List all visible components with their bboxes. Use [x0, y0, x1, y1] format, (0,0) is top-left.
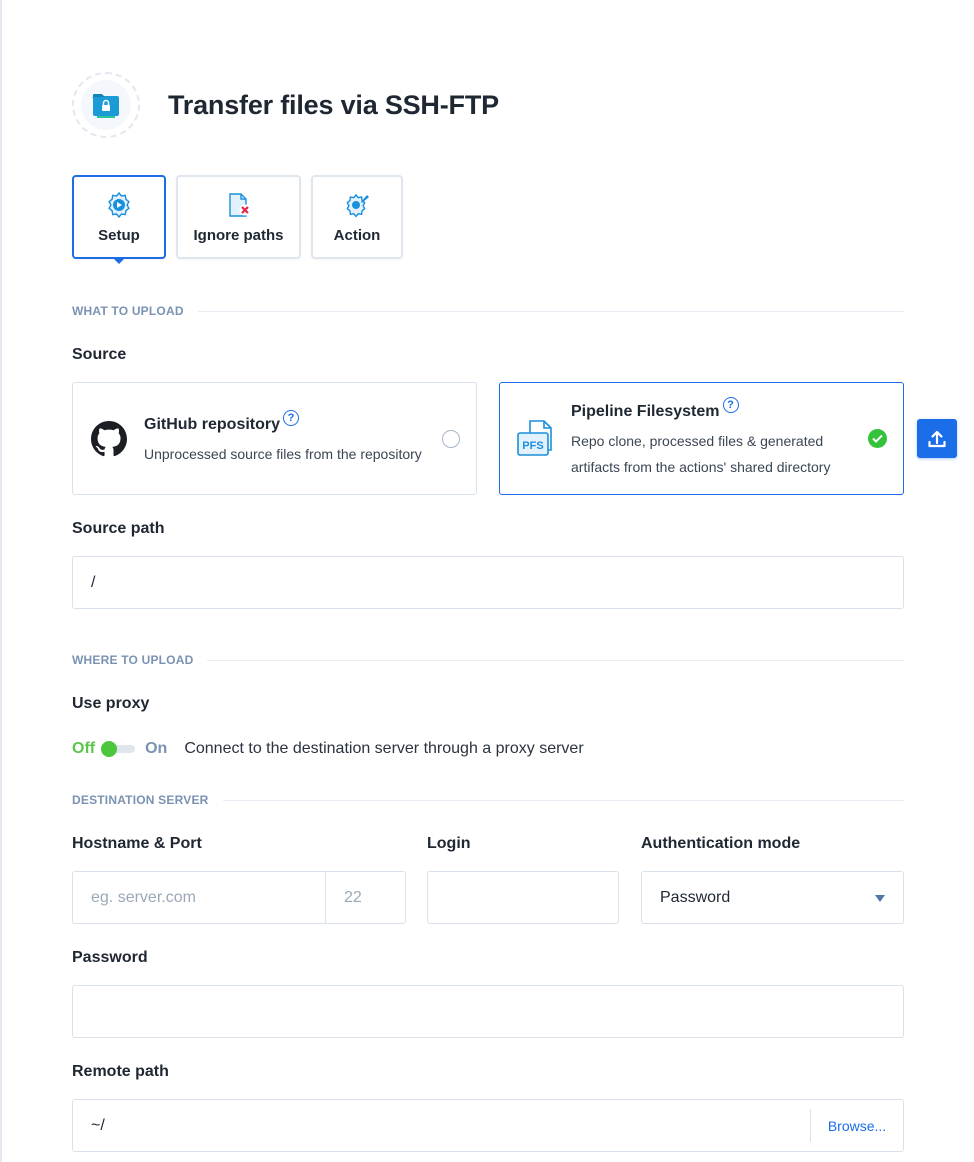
auth-mode-value: Password	[660, 888, 731, 906]
left-edge-border	[0, 0, 2, 1162]
auth-mode-label: Authentication mode	[641, 835, 801, 852]
toggle-on-label[interactable]: On	[145, 740, 167, 758]
help-icon[interactable]: ?	[283, 410, 300, 426]
section-destination-server: DESTINATION SERVER	[72, 793, 904, 807]
pfs-icon-text: PFS	[522, 440, 543, 452]
section-title: WHERE TO UPLOAD	[72, 653, 194, 667]
upload-button[interactable]	[917, 419, 957, 458]
page-header: Transfer files via SSH-FTP	[72, 72, 499, 138]
sftp-folder-lock-icon	[72, 72, 140, 138]
tab-action[interactable]: Action	[311, 175, 403, 259]
proxy-description: Connect to the destination server throug…	[184, 740, 584, 757]
port-input[interactable]: 22	[325, 872, 405, 923]
hostname-input[interactable]: eg. server.com	[73, 872, 325, 923]
remote-path-label: Remote path	[72, 1063, 169, 1080]
tab-label-action: Action	[333, 226, 381, 244]
section-where-to-upload: WHERE TO UPLOAD	[72, 653, 904, 667]
source-option-github[interactable]: GitHub repository? Unprocessed source fi…	[72, 382, 477, 495]
page-title: Transfer files via SSH-FTP	[168, 89, 499, 120]
browse-button[interactable]: Browse...	[811, 1118, 903, 1134]
use-proxy-label: Use proxy	[72, 695, 150, 712]
login-label: Login	[427, 835, 471, 852]
source-path-input[interactable]: /	[72, 556, 904, 609]
section-title: WHAT TO UPLOAD	[72, 304, 184, 318]
tab-setup[interactable]: Setup	[72, 175, 166, 264]
tab-label-setup: Setup	[98, 226, 140, 244]
upload-icon	[928, 430, 946, 447]
proxy-toggle[interactable]	[101, 741, 137, 757]
source-path-label: Source path	[72, 520, 165, 537]
chevron-down-icon	[875, 895, 885, 902]
help-icon[interactable]: ?	[722, 397, 739, 413]
github-option-title: GitHub repository	[144, 416, 281, 433]
action-tabs: Setup Ignore paths Action	[72, 175, 403, 264]
github-option-radio[interactable]	[442, 430, 460, 448]
file-delete-icon	[225, 191, 253, 219]
source-option-pipeline-filesystem[interactable]: PFS Pipeline Filesystem? Repo clone, pro…	[499, 382, 904, 495]
pipeline-option-desc-line2: artifacts from the actions' shared direc…	[571, 459, 831, 475]
section-what-to-upload: WHAT TO UPLOAD	[72, 304, 904, 318]
pfs-file-icon: PFS	[516, 419, 556, 464]
section-title: DESTINATION SERVER	[72, 793, 209, 807]
pipeline-option-desc-line1: Repo clone, processed files & generated	[571, 433, 824, 449]
hostname-port-field: eg. server.com 22	[72, 871, 406, 924]
proxy-toggle-row: Off On Connect to the destination server…	[72, 737, 584, 761]
tab-ignore-paths[interactable]: Ignore paths	[176, 175, 301, 259]
source-label: Source	[72, 346, 127, 363]
password-input[interactable]	[72, 985, 904, 1038]
login-input[interactable]	[427, 871, 619, 924]
toggle-off-label[interactable]: Off	[72, 740, 95, 758]
tab-label-ignore-paths: Ignore paths	[193, 226, 284, 244]
pipeline-option-title: Pipeline Filesystem	[571, 403, 720, 420]
password-label: Password	[72, 949, 148, 966]
check-icon[interactable]	[868, 429, 887, 448]
github-option-desc: Unprocessed source files from the reposi…	[144, 446, 422, 462]
gear-play-icon	[105, 191, 133, 219]
auth-mode-select[interactable]: Password	[641, 871, 904, 924]
remote-path-field: ~/ Browse...	[72, 1099, 904, 1152]
github-icon	[91, 421, 127, 462]
remote-path-input[interactable]: ~/	[73, 1117, 810, 1135]
hostname-port-label: Hostname & Port	[72, 835, 202, 852]
gear-pen-icon	[343, 191, 371, 219]
